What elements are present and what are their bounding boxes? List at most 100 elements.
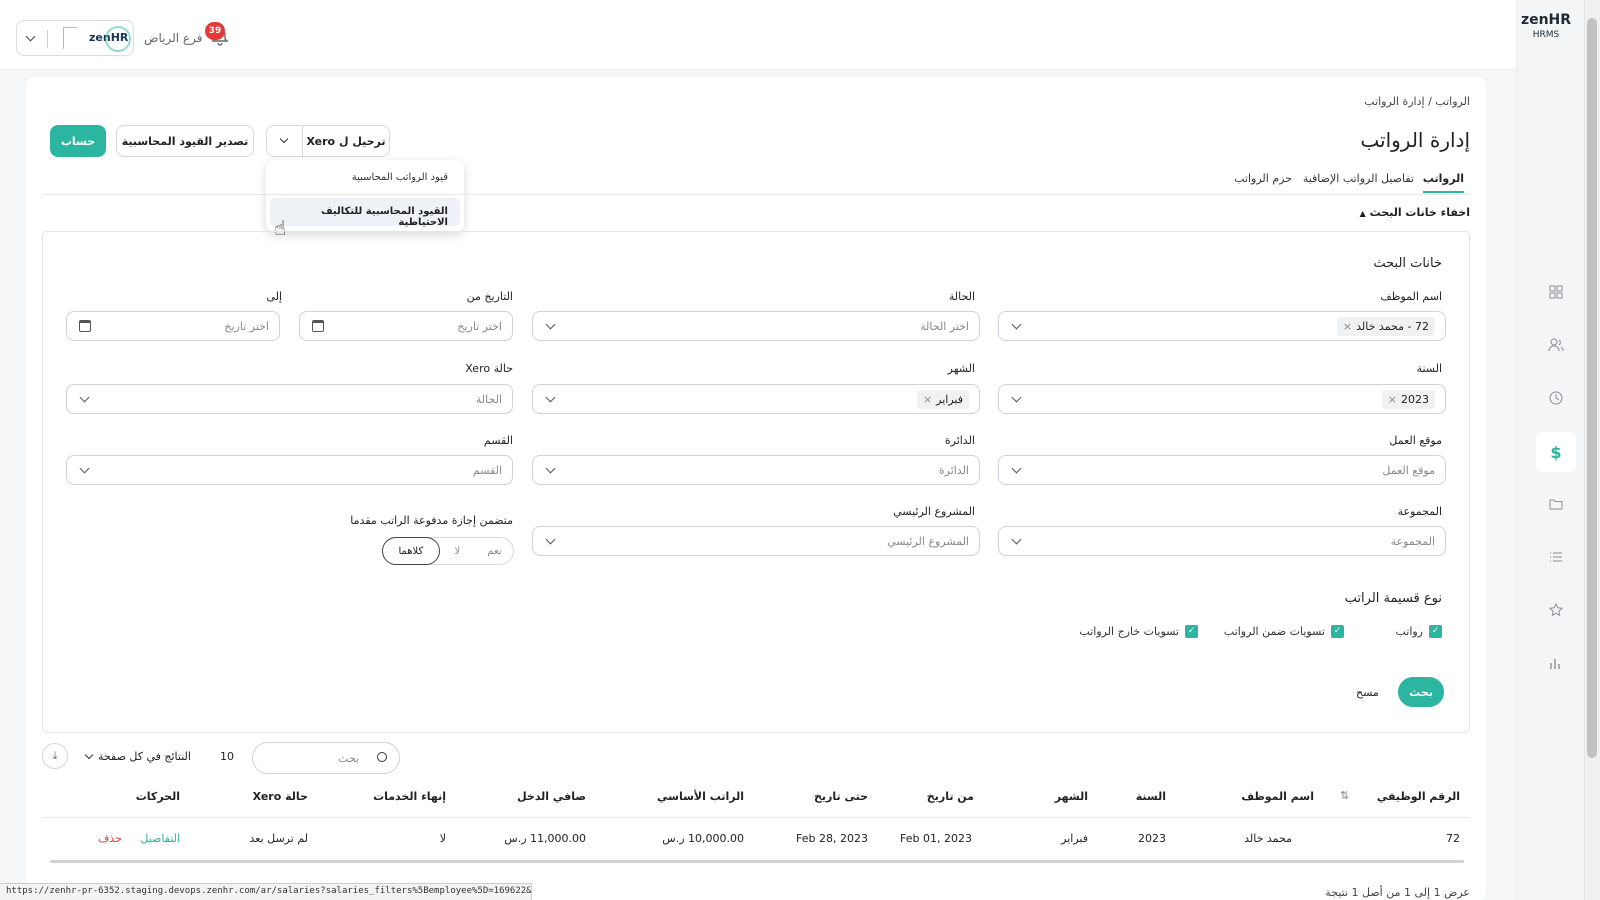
chip-remove-icon[interactable]: × [923, 393, 932, 406]
broken-image-icon [63, 27, 77, 49]
td-eos: لا [439, 832, 446, 845]
option-no[interactable]: لا [439, 538, 476, 564]
delete-link[interactable]: حذف [98, 832, 122, 845]
toggle-search-label: اخفاء خانات البحث [1369, 206, 1470, 219]
scrollbar-thumb[interactable] [1587, 18, 1597, 758]
th-xero-status[interactable]: حالة Xero [253, 790, 308, 803]
main-project-select[interactable]: المشروع الرئيسي [532, 526, 980, 556]
calendar-icon[interactable] [79, 320, 91, 332]
slip-type-title: نوع قسيمة الراتب [1344, 591, 1442, 606]
th-year[interactable]: السنة [1136, 790, 1166, 803]
chevron-down-icon [545, 392, 556, 403]
td-emp-no: 72 [1446, 832, 1460, 845]
export-entries-button[interactable]: تصدير القيود المحاسبية [116, 125, 254, 157]
breadcrumb-current: إدارة الرواتب [1364, 95, 1425, 108]
sort-icon[interactable]: ⇅ [1340, 789, 1349, 802]
th-basic-salary[interactable]: الراتب الأساسي [657, 790, 744, 803]
xero-dropdown-menu: قيود الرواتب المحاسبية القيود المحاسبية … [266, 160, 464, 232]
page-title: إدارة الرواتب [1360, 128, 1470, 152]
th-to[interactable]: حتى تاريخ [814, 790, 868, 803]
chip-remove-icon[interactable]: × [1388, 393, 1397, 406]
xero-dropdown-toggle[interactable] [267, 126, 303, 156]
checkbox-off-payroll-label: تسويات خارج الرواتب [1079, 625, 1179, 638]
tab-salaries[interactable]: الرواتب [1422, 172, 1464, 193]
td-basic-salary: 10,000.00 ر.س [662, 832, 744, 845]
folder-icon[interactable] [1546, 494, 1566, 514]
work-location-select[interactable]: موقع العمل [998, 455, 1446, 485]
caret-up-icon: ▲ [1359, 209, 1366, 218]
status-bar-url: https://zenhr-pr-6352.staging.devops.zen… [0, 883, 532, 900]
status-select[interactable]: اختر الحالة [532, 311, 980, 341]
breadcrumb-separator: / [1428, 95, 1432, 108]
checkbox-off-payroll-adjustments[interactable]: ✓ تسويات خارج الرواتب [1079, 625, 1198, 638]
export-table-icon[interactable]: ⤓ [42, 743, 68, 769]
year-chip-value: 2023 [1401, 392, 1429, 406]
main-project-label: المشروع الرئيسي [893, 505, 975, 518]
checkbox-salaries-label: رواتب [1395, 625, 1423, 638]
post-to-xero-button[interactable]: ترحيل ل Xero [266, 125, 390, 157]
th-month[interactable]: الشهر [1055, 790, 1088, 803]
chevron-down-icon [1011, 534, 1022, 545]
chart-icon[interactable] [1546, 653, 1566, 673]
brand-sub: HRMS [1532, 30, 1560, 40]
account-switcher[interactable]: zenHR [16, 20, 134, 56]
th-emp-no[interactable]: الرقم الوظيفي [1377, 790, 1460, 803]
month-select[interactable]: فبراير × [532, 384, 980, 414]
search-button[interactable]: بحث [1398, 677, 1444, 707]
top-bar: zenHR فرع الرياض 39 [0, 0, 1516, 70]
per-page-value[interactable]: 10 [220, 750, 234, 763]
dropdown-item-reserve-costs-entries[interactable]: القيود المحاسبية للتكاليف الاحتياطية [270, 198, 460, 228]
calendar-icon[interactable] [312, 320, 324, 332]
tab-extra-details[interactable]: تفاصيل الرواتب الإضافية [1303, 172, 1414, 185]
toggle-search-fields[interactable]: اخفاء خانات البحث ▲ [1360, 206, 1470, 219]
list-icon[interactable] [1546, 547, 1566, 567]
employee-chip: 72 - محمد خالد × [1336, 316, 1435, 336]
dropdown-item-payroll-entries[interactable]: قيود الرواتب المحاسبية [352, 172, 448, 183]
status-placeholder: اختر الحالة [920, 319, 969, 333]
checkbox-in-payroll-adjustments[interactable]: ✓ تسويات ضمن الرواتب [1224, 625, 1344, 638]
grid-icon[interactable] [1546, 282, 1566, 302]
clear-button[interactable]: مسح [1356, 686, 1379, 699]
th-emp-name[interactable]: اسم الموظف [1241, 790, 1314, 803]
calculate-button[interactable]: حساب [50, 125, 106, 157]
year-select[interactable]: 2023 × [998, 384, 1446, 414]
chevron-down-icon [545, 463, 556, 474]
breadcrumb-root[interactable]: الرواتب [1435, 95, 1470, 108]
logo-ring-icon [105, 26, 131, 52]
date-from-input[interactable]: اختر تاريخ [299, 311, 513, 341]
department-select[interactable]: الدائرة [532, 455, 980, 485]
table-search-input[interactable]: بحث [252, 742, 400, 774]
main-project-placeholder: المشروع الرئيسي [887, 534, 969, 548]
td-year: 2023 [1138, 832, 1166, 845]
clock-icon[interactable] [1546, 388, 1566, 408]
option-yes[interactable]: نعم [476, 538, 513, 564]
date-to-label: إلى [266, 290, 282, 303]
th-eos[interactable]: إنهاء الخدمات [373, 790, 446, 803]
date-to-input[interactable]: اختر تاريخ [66, 311, 280, 341]
users-icon[interactable] [1546, 335, 1566, 355]
option-both[interactable]: كلاهما [382, 537, 440, 565]
branch-name[interactable]: فرع الرياض [144, 31, 202, 45]
month-chip-value: فبراير [936, 392, 963, 406]
prepaid-leave-toggle[interactable]: نعم لا كلاهما [382, 537, 514, 565]
per-page-select[interactable]: النتائج في كل صفحة [84, 750, 191, 763]
brand-logo[interactable]: zenHR HRMS [1518, 12, 1574, 40]
tab-salary-packages[interactable]: حزم الرواتب [1234, 172, 1292, 185]
chip-remove-icon[interactable]: × [1343, 320, 1352, 333]
payroll-icon-active[interactable]: $ [1536, 432, 1576, 472]
star-icon[interactable] [1546, 600, 1566, 620]
scrollbar[interactable] [1584, 0, 1600, 900]
section-select[interactable]: القسم [66, 455, 513, 485]
th-from[interactable]: من تاريخ [927, 790, 974, 803]
employee-name-select[interactable]: 72 - محمد خالد × [998, 311, 1446, 341]
group-label: المجموعة [1397, 505, 1442, 518]
details-link[interactable]: التفاصيل [140, 832, 180, 845]
chevron-down-icon [84, 750, 94, 760]
work-location-label: موقع العمل [1389, 434, 1442, 447]
xero-status-select[interactable]: الحالة [66, 384, 513, 414]
table-scrollbar[interactable] [50, 860, 1464, 863]
th-net-income[interactable]: صافي الدخل [517, 790, 586, 803]
group-select[interactable]: المجموعة [998, 526, 1446, 556]
breadcrumb: الرواتب / إدارة الرواتب [1364, 95, 1470, 108]
checkbox-salaries[interactable]: ✓ رواتب [1395, 625, 1442, 638]
